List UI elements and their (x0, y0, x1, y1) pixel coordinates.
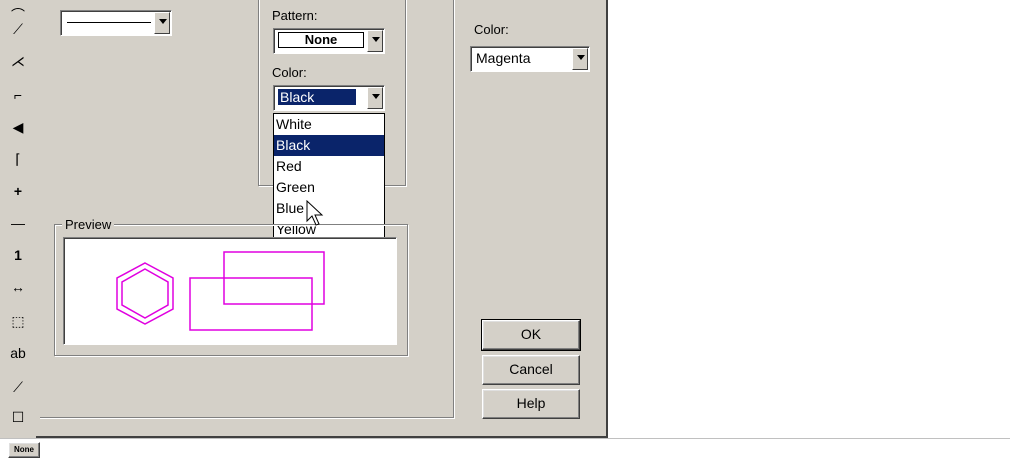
chain-tool-button[interactable]: ⋌ (4, 46, 32, 76)
cancel-button[interactable]: Cancel (482, 355, 580, 385)
pattern-dropdown[interactable]: None (273, 28, 385, 54)
line-style-dropdown[interactable] (60, 10, 172, 36)
color-option-green[interactable]: Green (274, 177, 384, 198)
pen-tool-button[interactable]: ⟋ (4, 372, 32, 402)
status-bar: None (0, 438, 1010, 459)
bond-tool-button[interactable]: ⟋ (4, 14, 32, 44)
wedge-tool-button[interactable]: ⌐ (4, 80, 32, 110)
ok-button[interactable]: OK (481, 319, 581, 351)
pattern-value: None (304, 32, 338, 47)
color-option-blue[interactable]: Blue (274, 198, 384, 219)
number-tool-button[interactable]: 1 (4, 240, 32, 270)
pattern-label: Pattern: (272, 8, 318, 23)
line-tool-button[interactable]: — (4, 208, 32, 238)
double-arrow-icon: ↔ (11, 279, 25, 295)
line-style-dropdown-arrow[interactable] (154, 12, 170, 34)
toolbar-strip: ⌒ ⟋ ⋌ ⌐ ◀ ⌈ + — 1 ↔ ⬚ ab ⟋ ☐ (0, 0, 37, 438)
line-icon: — (11, 215, 25, 231)
preview-canvas (63, 237, 397, 345)
number-icon: 1 (14, 247, 22, 263)
right-color-dropdown[interactable]: Magenta (470, 46, 590, 72)
arrow-tool-button[interactable]: ◀ (4, 112, 32, 142)
double-arrow-tool-button[interactable]: ↔ (4, 272, 32, 302)
line-style-sample (67, 22, 151, 23)
text-icon: ab (10, 345, 26, 361)
box-icon: ⬚ (11, 313, 25, 329)
pen-icon: ⟋ (13, 379, 23, 395)
benzene-ring (116, 262, 174, 325)
box-tool-button[interactable]: ⬚ (4, 306, 32, 336)
help-button[interactable]: Help (482, 389, 580, 419)
none-indicator-label: None (14, 445, 34, 454)
arrow-left-icon: ◀ (12, 119, 24, 135)
plus-icon: + (13, 183, 23, 199)
bracket-tool-button[interactable]: ⌈ (4, 144, 32, 174)
color-value: Black (277, 88, 357, 106)
preview-label: Preview (62, 217, 115, 232)
preview-drawing (116, 251, 325, 331)
color-dropdown-arrow[interactable] (367, 87, 383, 109)
rectangle-tool-button[interactable]: ☐ (4, 402, 32, 432)
color-option-black[interactable]: Black (274, 135, 384, 156)
text-tool-button[interactable]: ab (4, 338, 32, 368)
wedge-icon: ⌐ (13, 87, 23, 103)
color-dropdown[interactable]: Black (273, 85, 385, 111)
color-option-red[interactable]: Red (274, 156, 384, 177)
right-color-dropdown-arrow[interactable] (572, 48, 588, 70)
bracket-icon: ⌈ (15, 151, 21, 167)
pattern-dropdown-arrow[interactable] (367, 30, 383, 52)
mouse-cursor-icon (306, 200, 324, 226)
right-color-label: Color: (474, 22, 509, 37)
rectangle-icon: ☐ (11, 409, 25, 425)
color-option-white[interactable]: White (274, 114, 384, 135)
right-color-value: Magenta (476, 50, 531, 66)
bond-icon: ⟋ (13, 21, 23, 37)
color-label: Color: (272, 65, 307, 80)
pattern-value-box: None (278, 32, 364, 48)
chain-icon: ⋌ (11, 53, 25, 69)
charge-tool-button[interactable]: + (4, 176, 32, 206)
none-indicator[interactable]: None (8, 442, 40, 458)
